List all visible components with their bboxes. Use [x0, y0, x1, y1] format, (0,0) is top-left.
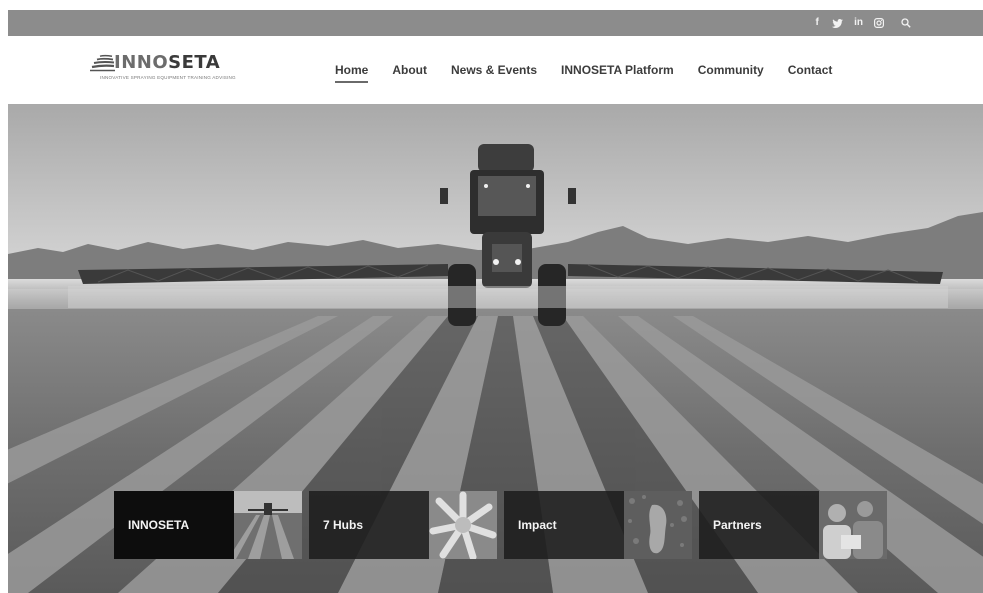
logo-wordmark: INNOSETA — [114, 52, 221, 73]
card-7-hubs[interactable]: 7 Hubs — [309, 491, 497, 559]
linkedin-icon[interactable]: in — [854, 16, 863, 30]
card-impact[interactable]: Impact — [504, 491, 692, 559]
feature-cards: INNOSETA 7 Hubs Impact Partners — [114, 491, 887, 559]
twitter-icon[interactable] — [832, 16, 844, 30]
site-header: INNOSETA INNOVATIVE SPRAYING EQUIPMENT T… — [8, 36, 983, 104]
card-impact-label: Impact — [504, 491, 624, 559]
sprayer-logo-icon — [90, 54, 115, 72]
card-innoseta[interactable]: INNOSETA — [114, 491, 302, 559]
card-7-hubs-label: 7 Hubs — [309, 491, 429, 559]
nav-innoseta-platform[interactable]: INNOSETA Platform — [561, 63, 674, 77]
instagram-icon[interactable] — [874, 16, 884, 30]
nav-home[interactable]: Home — [335, 63, 369, 83]
people-thumbnail — [819, 491, 887, 559]
facebook-icon[interactable]: f — [813, 16, 821, 30]
card-partners[interactable]: Partners — [699, 491, 887, 559]
main-navigation: Home About News & Events INNOSETA Platfo… — [335, 36, 832, 104]
nav-news-events[interactable]: News & Events — [451, 63, 537, 77]
social-links: f in — [813, 10, 911, 36]
logo-tagline: INNOVATIVE SPRAYING EQUIPMENT TRAINING A… — [100, 75, 236, 80]
page: f in INNOSETA INNOVATIVE SPRAYING EQUIPM… — [8, 10, 983, 593]
footprint-thumbnail — [624, 491, 692, 559]
card-innoseta-label: INNOSETA — [114, 491, 234, 559]
field-rows-thumbnail — [234, 491, 302, 559]
hands-circle-thumbnail — [429, 491, 497, 559]
nav-contact[interactable]: Contact — [788, 63, 833, 77]
card-partners-label: Partners — [699, 491, 819, 559]
nav-community[interactable]: Community — [698, 63, 764, 77]
nav-about[interactable]: About — [392, 63, 427, 77]
hero-banner: INNOSETA 7 Hubs Impact Partners — [8, 104, 983, 593]
search-icon[interactable] — [901, 16, 911, 30]
innoseta-logo[interactable]: INNOSETA INNOVATIVE SPRAYING EQUIPMENT T… — [90, 51, 240, 87]
top-social-bar: f in — [8, 10, 983, 36]
